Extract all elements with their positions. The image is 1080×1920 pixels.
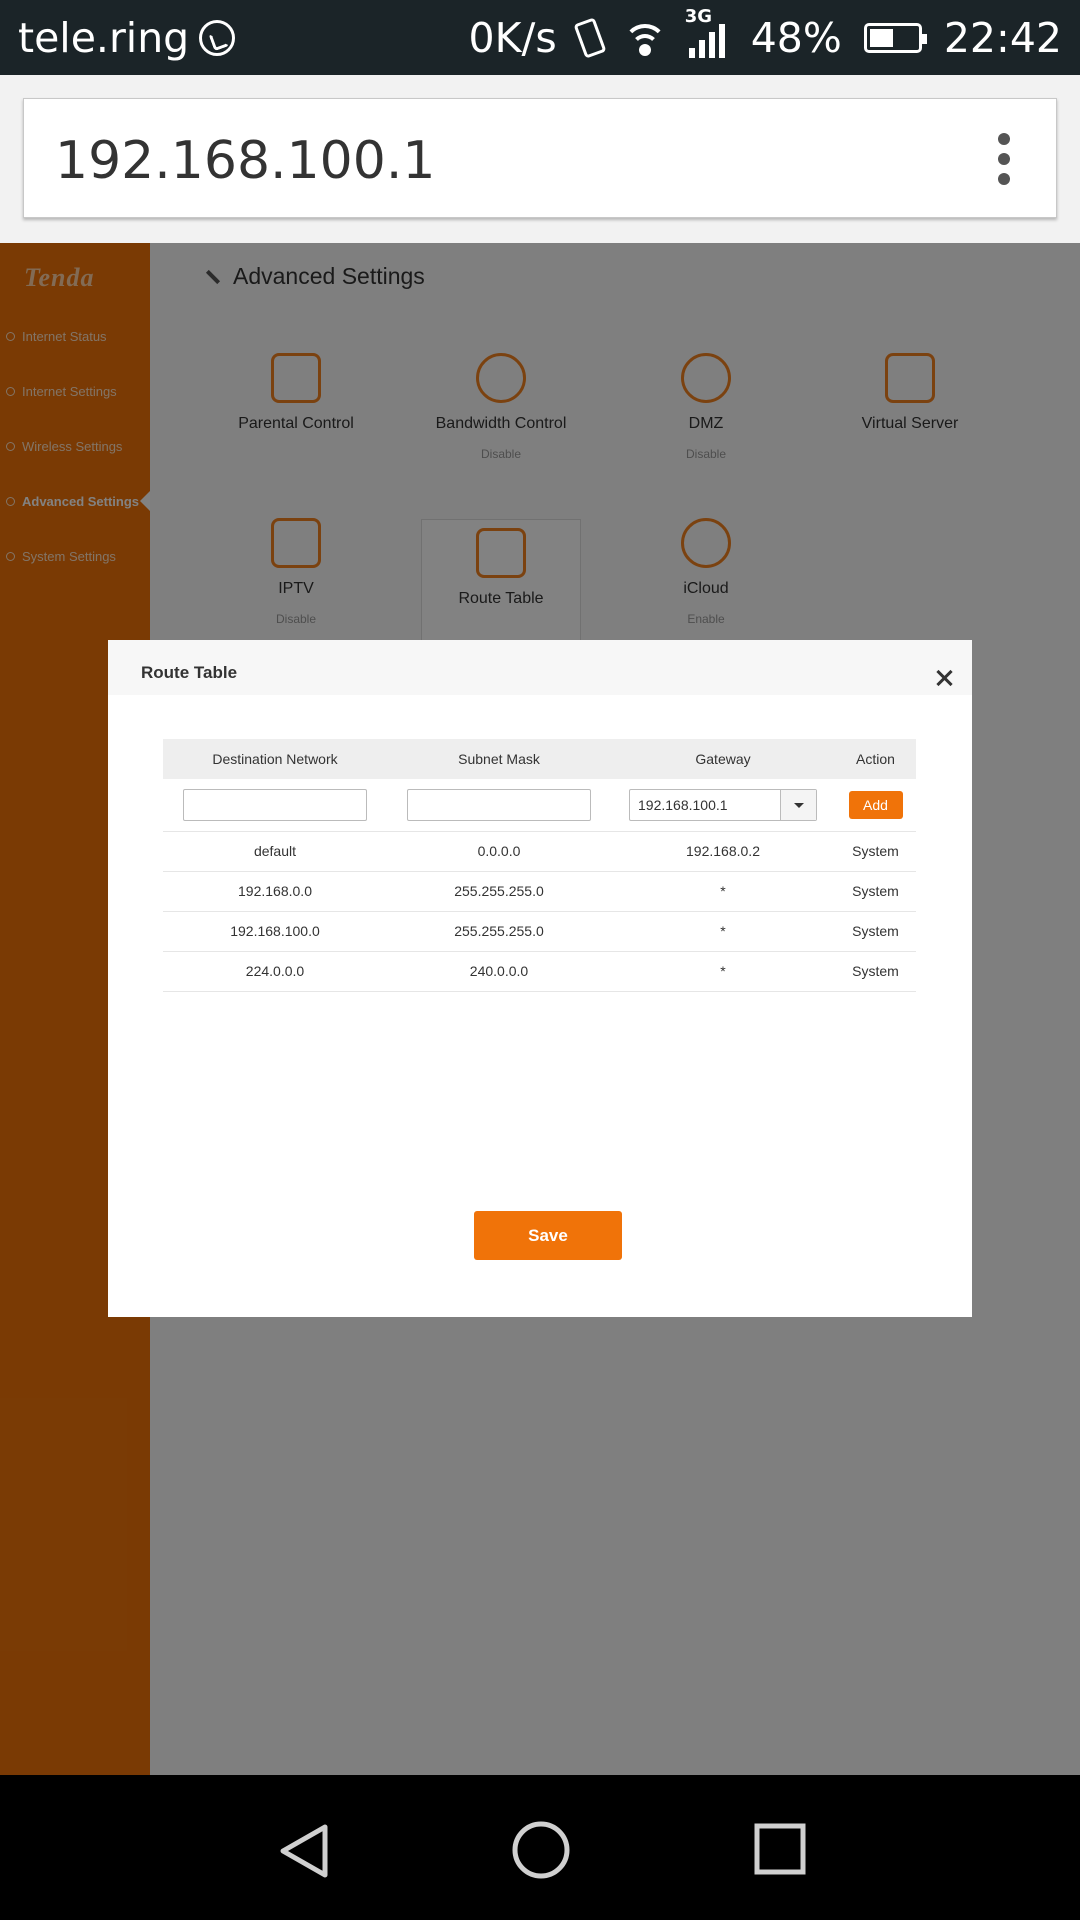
new-route-row: 192.168.100.1 Add xyxy=(163,779,916,832)
column-header: Subnet Mask xyxy=(387,739,611,779)
cell-action: System xyxy=(835,911,916,952)
status-bar: tele.ring 0K/s 3G 48% 22:42 xyxy=(0,0,1080,75)
cell-gateway: * xyxy=(611,951,835,992)
cell-action: System xyxy=(835,871,916,912)
cell-gateway: * xyxy=(611,871,835,912)
table-row: 224.0.0.0 240.0.0.0 * System xyxy=(163,951,916,992)
table-row: 192.168.0.0 255.255.255.0 * System xyxy=(163,871,916,912)
cell-destination: 224.0.0.0 xyxy=(163,951,387,992)
status-right: 0K/s 3G 48% 22:42 xyxy=(447,6,1062,62)
route-table-dialog: Route Table Destination Network Subnet M… xyxy=(108,640,972,1317)
column-header: Gateway xyxy=(611,739,835,779)
chevron-down-icon[interactable] xyxy=(780,789,816,820)
url-bar[interactable]: 192.168.100.1 xyxy=(23,98,1057,218)
add-button[interactable]: Add xyxy=(848,790,903,819)
table-row: default 0.0.0.0 192.168.0.2 System xyxy=(163,831,916,872)
recent-apps-icon[interactable] xyxy=(754,1823,806,1875)
cell-mask: 240.0.0.0 xyxy=(387,951,611,992)
overflow-menu-icon[interactable] xyxy=(998,133,1010,185)
route-table: Destination Network Subnet Mask Gateway … xyxy=(163,739,916,992)
clock: 22:42 xyxy=(943,14,1062,62)
cell-action: System xyxy=(835,831,916,872)
cell-mask: 255.255.255.0 xyxy=(387,911,611,952)
dialog-title: Route Table xyxy=(141,663,238,682)
home-icon[interactable] xyxy=(511,1820,571,1880)
whatsapp-icon xyxy=(199,20,236,56)
vibrate-icon xyxy=(573,17,607,59)
cell-action: System xyxy=(835,951,916,992)
battery-percent: 48% xyxy=(750,14,842,62)
cell-destination: default xyxy=(163,831,387,872)
network-type: 3G xyxy=(684,6,713,27)
browser-toolbar: 192.168.100.1 xyxy=(0,75,1080,243)
cell-mask: 0.0.0.0 xyxy=(387,831,611,872)
dialog-header: Route Table xyxy=(108,640,972,695)
cell-mask: 255.255.255.0 xyxy=(387,871,611,912)
save-button[interactable]: Save xyxy=(474,1211,622,1260)
url-text[interactable]: 192.168.100.1 xyxy=(55,131,435,191)
router-page: Tenda Internet Status Internet Settings … xyxy=(0,243,1080,1775)
gateway-select-value: 192.168.100.1 xyxy=(638,796,728,813)
signal-icon: 3G xyxy=(685,6,729,58)
table-header-row: Destination Network Subnet Mask Gateway … xyxy=(163,739,916,779)
destination-network-input[interactable] xyxy=(183,788,367,821)
carrier-name: tele.ring xyxy=(18,14,190,62)
subnet-mask-input[interactable] xyxy=(407,788,591,821)
cell-destination: 192.168.100.0 xyxy=(163,911,387,952)
status-left: tele.ring xyxy=(18,14,236,62)
table-row: 192.168.100.0 255.255.255.0 * System xyxy=(163,911,916,952)
cell-gateway: * xyxy=(611,911,835,952)
network-speed: 0K/s xyxy=(468,14,557,62)
gateway-select[interactable]: 192.168.100.1 xyxy=(629,788,817,821)
column-header: Action xyxy=(835,739,916,779)
system-nav-bar xyxy=(0,1775,1080,1920)
cell-destination: 192.168.0.0 xyxy=(163,871,387,912)
battery-icon xyxy=(863,23,927,53)
close-icon[interactable] xyxy=(936,670,952,686)
cell-gateway: 192.168.0.2 xyxy=(611,831,835,872)
column-header: Destination Network xyxy=(163,739,387,779)
wifi-icon xyxy=(622,20,667,56)
